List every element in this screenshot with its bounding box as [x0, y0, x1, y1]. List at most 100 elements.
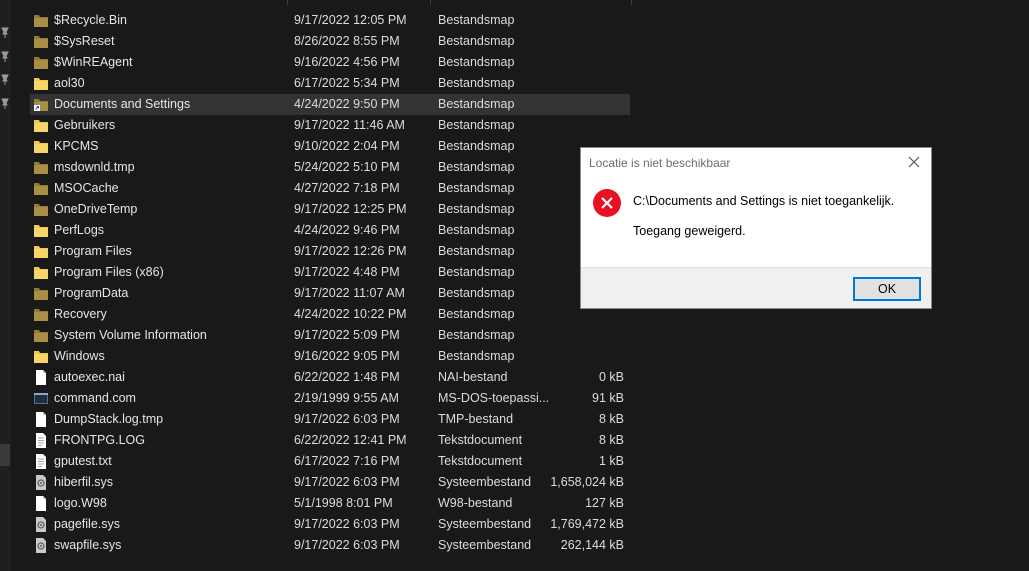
selected-nav-item[interactable]	[0, 444, 10, 466]
dialog-message: C:\Documents and Settings is niet toegan…	[633, 194, 895, 208]
file-name: ProgramData	[54, 286, 129, 300]
file-size: 127 kB	[585, 496, 624, 510]
column-divider[interactable]	[631, 0, 632, 5]
file-name: autoexec.nai	[54, 370, 125, 384]
file-row[interactable]: aol30 6/17/2022 5:34 PM Bestandsmap	[30, 73, 630, 94]
file-date-modified: 9/16/2022 4:56 PM	[294, 55, 400, 69]
file-row[interactable]: logo.W98 5/1/1998 8:01 PM W98-bestand 127 k…	[30, 493, 630, 514]
file-name: pagefile.sys	[54, 517, 121, 531]
file-name: DumpStack.log.tmp	[54, 412, 164, 426]
file-date-modified: 9/17/2022 6:03 PM	[294, 538, 400, 552]
file-type: W98-bestand	[438, 496, 513, 510]
file-row[interactable]: ProgramData 9/17/2022 11:07 AM Bestandsmap	[30, 283, 630, 304]
file-date-modified: 6/22/2022 1:48 PM	[294, 370, 400, 384]
file-row[interactable]: gputest.txt 6/17/2022 7:16 PM Tekstdocumen…	[30, 451, 630, 472]
file-date-modified: 5/24/2022 5:10 PM	[294, 160, 400, 174]
text-file-icon	[34, 454, 48, 469]
system-file-icon	[34, 517, 48, 532]
file-date-modified: 9/16/2022 9:05 PM	[294, 349, 400, 363]
file-type: Bestandsmap	[438, 223, 515, 237]
file-row[interactable]: MSOCache 4/27/2022 7:18 PM Bestandsmap	[30, 178, 630, 199]
file-icon	[34, 370, 48, 385]
file-name: Documents and Settings	[54, 97, 191, 111]
file-name: $Recycle.Bin	[54, 13, 127, 27]
msdos-app-icon	[34, 391, 48, 406]
file-name: msdownld.tmp	[54, 160, 135, 174]
pin-icon[interactable]	[0, 50, 10, 62]
file-date-modified: 8/26/2022 8:55 PM	[294, 34, 400, 48]
ok-button[interactable]: OK	[853, 277, 921, 301]
file-name: System Volume Information	[54, 328, 207, 342]
folder-dim-icon	[34, 13, 48, 28]
file-size: 1 kB	[598, 454, 624, 468]
file-row[interactable]: $SysReset 8/26/2022 8:55 PM Bestandsmap	[30, 31, 630, 52]
file-date-modified: 9/17/2022 6:03 PM	[294, 412, 400, 426]
system-file-icon	[34, 475, 48, 490]
file-row[interactable]: command.com 2/19/1999 9:55 AM MS-DOS-toepa…	[30, 388, 630, 409]
file-name: Recovery	[54, 307, 107, 321]
file-date-modified: 6/17/2022 5:34 PM	[294, 76, 400, 90]
close-icon[interactable]	[903, 152, 925, 172]
file-date-modified: 4/24/2022 9:50 PM	[294, 97, 400, 111]
file-row[interactable]: swapfile.sys 9/17/2022 6:03 PM Systeembest…	[30, 535, 630, 556]
file-row[interactable]: hiberfil.sys 9/17/2022 6:03 PM Systeembest…	[30, 472, 630, 493]
folder-icon	[34, 118, 48, 133]
file-name: $SysReset	[54, 34, 115, 48]
navigation-pane-strip	[0, 0, 11, 571]
pin-icon[interactable]	[0, 26, 10, 38]
file-row[interactable]: Documents and Settings 4/24/2022 9:50 PM B…	[30, 94, 630, 115]
file-row[interactable]: pagefile.sys 9/17/2022 6:03 PM Systeembest…	[30, 514, 630, 535]
file-name: swapfile.sys	[54, 538, 122, 552]
folder-dim-icon	[34, 34, 48, 49]
folder-icon	[34, 265, 48, 280]
file-type: Bestandsmap	[438, 97, 515, 111]
pin-icon[interactable]	[0, 97, 10, 109]
file-row[interactable]: OneDriveTemp 9/17/2022 12:25 PM Bestandsma…	[30, 199, 630, 220]
file-row[interactable]: FRONTPG.LOG 6/22/2022 12:41 PM Tekstdocume…	[30, 430, 630, 451]
column-divider[interactable]	[287, 0, 288, 5]
file-row[interactable]: System Volume Information 9/17/2022 5:09 …	[30, 325, 630, 346]
error-dialog: Locatie is niet beschikbaar C:\Documents…	[580, 147, 932, 309]
dialog-detail: Toegang geweigerd.	[633, 224, 746, 238]
file-date-modified: 4/24/2022 9:46 PM	[294, 223, 400, 237]
folder-icon	[34, 349, 48, 364]
file-type: NAI-bestand	[438, 370, 508, 384]
file-row[interactable]: Recovery 4/24/2022 10:22 PM Bestandsmap	[30, 304, 630, 325]
file-type: Bestandsmap	[438, 349, 515, 363]
file-row[interactable]: Windows 9/16/2022 9:05 PM Bestandsmap	[30, 346, 630, 367]
file-row[interactable]: KPCMS 9/10/2022 2:04 PM Bestandsmap	[30, 136, 630, 157]
file-type: Bestandsmap	[438, 55, 515, 69]
file-name: KPCMS	[54, 139, 99, 153]
file-row[interactable]: $WinREAgent 9/16/2022 4:56 PM Bestandsmap	[30, 52, 630, 73]
file-type: TMP-bestand	[438, 412, 514, 426]
file-type: Bestandsmap	[438, 76, 515, 90]
file-row[interactable]: DumpStack.log.tmp 9/17/2022 6:03 PM TMP-be…	[30, 409, 630, 430]
file-row[interactable]: Gebruikers 9/17/2022 11:46 AM Bestandsmap	[30, 115, 630, 136]
file-date-modified: 9/17/2022 6:03 PM	[294, 475, 400, 489]
file-row[interactable]: Program Files 9/17/2022 12:26 PM Bestandsm…	[30, 241, 630, 262]
folder-dim-icon	[34, 328, 48, 343]
folder-dim-icon	[34, 307, 48, 322]
file-name: command.com	[54, 391, 136, 405]
file-type: Bestandsmap	[438, 244, 515, 258]
file-row[interactable]: Program Files (x86) 9/17/2022 4:48 PM Best…	[30, 262, 630, 283]
file-date-modified: 9/10/2022 2:04 PM	[294, 139, 400, 153]
file-type: Systeembestand	[438, 538, 532, 552]
folder-dim-icon	[34, 55, 48, 70]
file-row[interactable]: $Recycle.Bin 9/17/2022 12:05 PM Bestandsma…	[30, 10, 630, 31]
pin-icon[interactable]	[0, 73, 10, 85]
folder-dim-icon	[34, 160, 48, 175]
file-size: 8 kB	[598, 433, 624, 447]
file-row[interactable]: PerfLogs 4/24/2022 9:46 PM Bestandsmap	[30, 220, 630, 241]
file-size: 8 kB	[598, 412, 624, 426]
column-divider[interactable]	[430, 0, 431, 5]
file-size: 0 kB	[598, 370, 624, 384]
file-type: Bestandsmap	[438, 160, 515, 174]
file-type: Systeembestand	[438, 517, 532, 531]
file-date-modified: 9/17/2022 12:26 PM	[294, 244, 407, 258]
file-row[interactable]: autoexec.nai 6/22/2022 1:48 PM NAI-bestand…	[30, 367, 630, 388]
file-name: OneDriveTemp	[54, 202, 138, 216]
file-type: Bestandsmap	[438, 118, 515, 132]
file-row[interactable]: msdownld.tmp 5/24/2022 5:10 PM Bestandsmap	[30, 157, 630, 178]
file-type: Bestandsmap	[438, 34, 515, 48]
